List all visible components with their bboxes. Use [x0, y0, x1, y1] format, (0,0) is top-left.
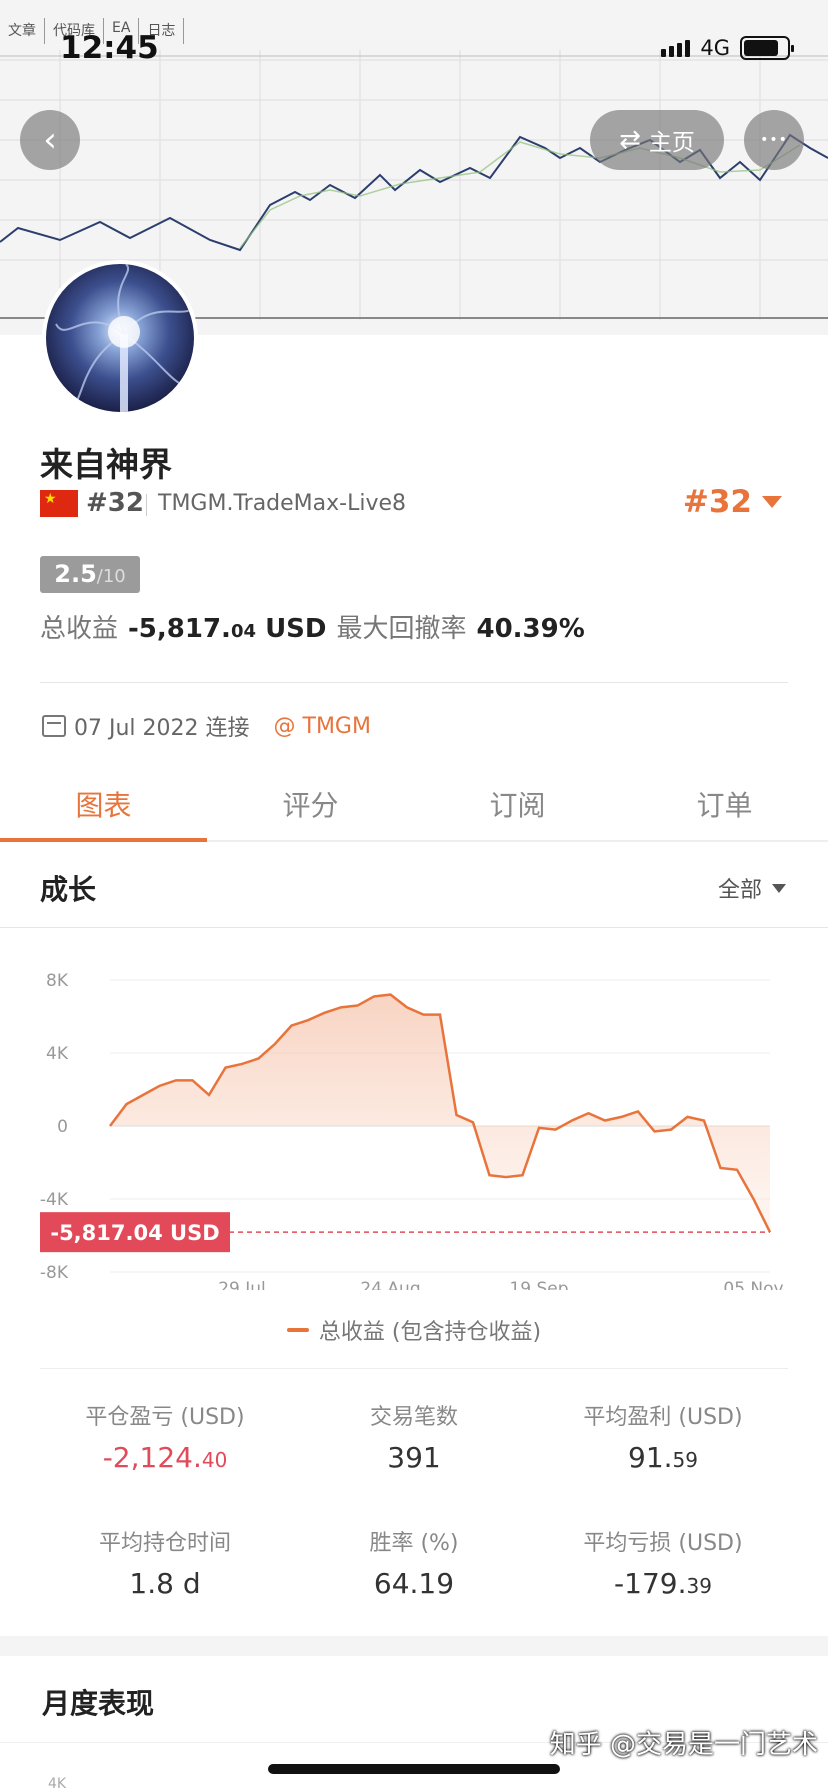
back-icon: ‹	[43, 120, 57, 160]
score-badge: 2.5/10	[40, 556, 140, 593]
signal-icon	[661, 39, 691, 57]
score-value: 2.5	[54, 560, 97, 588]
y-tick-label: 0	[57, 1117, 68, 1137]
growth-filter-dropdown[interactable]: 全部	[718, 872, 786, 904]
stat-avg-loss: 平均亏损 (USD) -179.39	[538, 1525, 788, 1600]
main-tabs: 图表 评分 订阅 订单	[0, 770, 828, 842]
divider	[40, 682, 788, 683]
caret-down-icon	[762, 496, 782, 508]
more-icon: •••	[760, 132, 788, 148]
server-name: TMGM.TradeMax-Live8	[158, 491, 407, 516]
tab-subscribe[interactable]: 订阅	[414, 770, 621, 840]
stat-value: 91.59	[628, 1441, 698, 1474]
watermark: 知乎 @交易是一门艺术	[549, 1730, 818, 1760]
profit-label: 总收益	[40, 614, 119, 644]
y-tick-label: -4K	[40, 1190, 69, 1210]
drawdown-value: 40.39%	[476, 614, 585, 644]
stat-value: 64.19	[373, 1567, 455, 1600]
section-separator	[0, 1636, 828, 1656]
rank-big-label: #32	[682, 484, 752, 520]
battery-icon	[740, 36, 794, 60]
growth-chart: 8K 4K 0 -4K -8K -5,817.04 USD 29 Jul 24 Aug 19 S…	[0, 940, 828, 1299]
china-flag-icon	[40, 490, 78, 517]
legend-label: 总收益 (包含持仓收益)	[318, 1320, 542, 1345]
chart-legend: 总收益 (包含持仓收益)	[0, 1314, 828, 1346]
growth-title: 成长	[40, 873, 97, 906]
stat-trade-count: 交易笔数 391	[289, 1399, 539, 1474]
stats-grid: 平仓盈亏 (USD) -2,124.40 交易笔数 391 平均盈利 (USD)…	[40, 1368, 788, 1600]
y-tick-label: -8K	[40, 1263, 69, 1283]
network-label: 4G	[700, 36, 730, 60]
broker-link[interactable]: @ TMGM	[274, 714, 371, 739]
score-max: /10	[96, 566, 126, 587]
rank-small: #32	[86, 488, 144, 518]
stat-win-rate: 胜率 (%) 64.19	[289, 1525, 539, 1600]
x-tick-label: 19 Sep	[509, 1279, 568, 1290]
area-fill	[110, 994, 770, 1233]
tab-chart[interactable]: 图表	[0, 770, 207, 842]
x-tick-label: 05 Nov	[723, 1279, 783, 1290]
rank-dropdown[interactable]: #32	[683, 484, 782, 520]
home-indicator[interactable]	[268, 1764, 560, 1774]
home-button[interactable]: ⇄ 主页	[590, 110, 724, 170]
stat-closed-pnl: 平仓盈亏 (USD) -2,124.40	[40, 1399, 290, 1474]
calendar-icon	[42, 715, 66, 737]
switch-icon: ⇄	[619, 125, 641, 155]
y-tick-label: 8K	[46, 971, 69, 991]
stat-label: 交易笔数	[369, 1405, 458, 1430]
home-label: 主页	[648, 130, 695, 156]
back-button[interactable]: ‹	[20, 110, 80, 170]
connect-info: 07 Jul 2022 连接 @ TMGM	[42, 710, 371, 742]
tab-rating[interactable]: 评分	[207, 770, 414, 840]
avatar-image	[55, 264, 194, 412]
tab-orders[interactable]: 订单	[621, 770, 828, 840]
x-tick-label: 29 Jul	[218, 1279, 266, 1290]
current-value-label: -5,817.04 USD	[50, 1221, 219, 1245]
stat-label: 平仓盈亏 (USD)	[85, 1405, 245, 1430]
more-button[interactable]: •••	[744, 110, 804, 170]
stat-value: 391	[387, 1441, 441, 1474]
x-tick-label: 24 Aug	[360, 1279, 420, 1290]
drawdown-label: 最大回撤率	[336, 614, 467, 644]
legend-swatch	[286, 1328, 309, 1332]
profit-value: -5,817.04 USD	[128, 614, 327, 644]
header-tab-articles[interactable]: 文章	[0, 18, 45, 44]
status-indicators: 4G	[661, 36, 794, 60]
status-time: 12:45	[60, 30, 159, 66]
stat-avg-profit: 平均盈利 (USD) 91.59	[538, 1399, 788, 1474]
growth-filter-label: 全部	[717, 878, 762, 903]
growth-chart-svg: 8K 4K 0 -4K -8K -5,817.04 USD 29 Jul 24 Aug 19 S…	[40, 971, 784, 1299]
stat-label: 胜率 (%)	[369, 1531, 459, 1556]
monthly-performance-title: 月度表现	[42, 1687, 155, 1720]
divider	[146, 494, 147, 516]
monthly-first-tick: 4K	[48, 1776, 67, 1792]
trader-name: 来自神界	[40, 445, 172, 484]
caret-down-icon	[772, 883, 786, 893]
y-tick-label: 4K	[46, 1044, 69, 1064]
stat-value: 1.8 d	[129, 1567, 201, 1600]
stat-value: -179.39	[614, 1567, 712, 1600]
summary-line: 总收益 -5,817.04 USD 最大回撤率 40.39%	[40, 608, 585, 645]
stat-value: -2,124.40	[102, 1441, 228, 1474]
divider	[0, 927, 828, 928]
avatar	[42, 260, 198, 416]
stat-label: 平均持仓时间	[98, 1531, 231, 1556]
stat-label: 平均亏损 (USD)	[583, 1531, 743, 1556]
stat-label: 平均盈利 (USD)	[583, 1405, 743, 1430]
stat-avg-hold-time: 平均持仓时间 1.8 d	[40, 1525, 290, 1600]
connect-date: 07 Jul 2022 连接	[74, 716, 250, 741]
